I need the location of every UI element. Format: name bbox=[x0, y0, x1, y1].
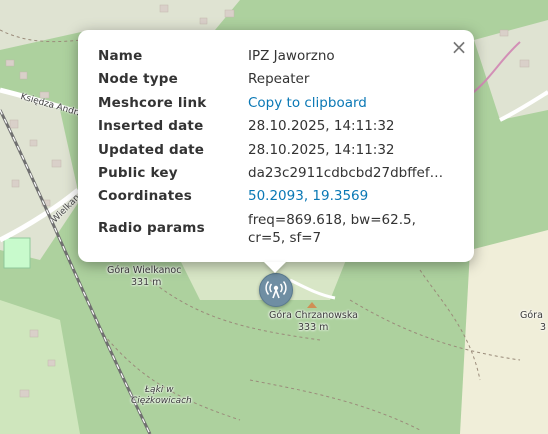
field-label-coordinates: Coordinates bbox=[98, 188, 192, 204]
map-label-laki-line1: Łąki w bbox=[145, 385, 174, 395]
map-label-gora-wielkanoc-elevation: 331 m bbox=[131, 277, 162, 288]
field-value-updated-date: 28.10.2025, 14:11:32 bbox=[248, 142, 395, 158]
field-value-public-key: da23c2911cdbcbd27dbffef7… bbox=[248, 165, 450, 181]
radio-tower-icon bbox=[265, 281, 287, 299]
field-label-meshcore-link: Meshcore link bbox=[98, 95, 207, 111]
coordinates-link[interactable]: 50.2093, 19.3569 bbox=[248, 188, 450, 204]
farmland-east bbox=[460, 230, 548, 434]
field-label-node-type: Node type bbox=[98, 71, 178, 87]
map-label-gora-east-elevation: 3 bbox=[540, 322, 547, 333]
field-value-inserted-date: 28.10.2025, 14:11:32 bbox=[248, 118, 395, 134]
map-label-laki-line2: Ciężkowicach bbox=[131, 396, 192, 406]
field-label-public-key: Public key bbox=[98, 165, 178, 181]
sports-field bbox=[3, 237, 31, 269]
field-value-name: IPZ Jaworzno bbox=[248, 48, 335, 64]
field-value-radio-params: freq=869.618, bw=62.5, cr=5, sf=7 bbox=[248, 212, 416, 246]
map-label-gora-chrzanowska-elevation: 333 m bbox=[298, 322, 329, 333]
field-label-radio-params: Radio params bbox=[98, 220, 205, 236]
field-label-updated-date: Updated date bbox=[98, 142, 205, 158]
map-label-gora-wielkanoc: Góra Wielkanoc bbox=[107, 265, 182, 276]
field-label-inserted-date: Inserted date bbox=[98, 118, 204, 134]
copy-to-clipboard-link[interactable]: Copy to clipboard bbox=[248, 95, 450, 111]
field-label-name: Name bbox=[98, 48, 143, 64]
map-label-gora-chrzanowska: Góra Chrzanowska bbox=[269, 310, 358, 321]
popup-tip bbox=[264, 262, 286, 273]
map-label-gora-east: Góra bbox=[520, 310, 543, 321]
repeater-marker[interactable] bbox=[259, 273, 293, 307]
field-value-node-type: Repeater bbox=[248, 71, 310, 87]
